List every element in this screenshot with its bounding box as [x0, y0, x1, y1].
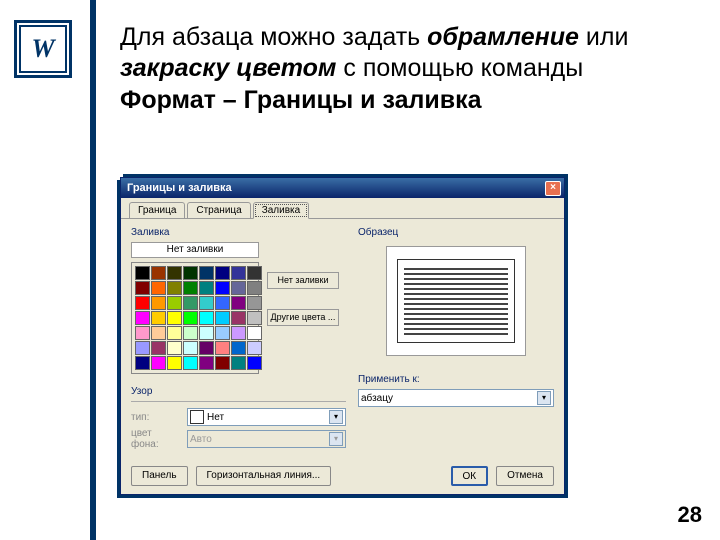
- color-swatch[interactable]: [135, 326, 150, 340]
- preview-page-icon: [397, 259, 515, 343]
- color-swatch[interactable]: [231, 266, 246, 280]
- slide-heading: Для абзаца можно задать обрамление или з…: [120, 22, 680, 116]
- color-swatch[interactable]: [247, 356, 262, 370]
- color-swatch[interactable]: [167, 356, 182, 370]
- color-swatch[interactable]: [215, 296, 230, 310]
- color-swatch[interactable]: [215, 341, 230, 355]
- color-swatch[interactable]: [135, 356, 150, 370]
- bgcolor-combo: Авто ▾: [187, 430, 346, 448]
- color-swatch[interactable]: [215, 311, 230, 325]
- color-swatch[interactable]: [167, 311, 182, 325]
- color-swatch[interactable]: [151, 281, 166, 295]
- color-swatch[interactable]: [247, 266, 262, 280]
- apply-to-label: Применить к:: [358, 374, 554, 385]
- color-palette[interactable]: [131, 262, 259, 374]
- color-swatch[interactable]: [135, 266, 150, 280]
- color-swatch[interactable]: [215, 326, 230, 340]
- tab-page[interactable]: Страница: [187, 202, 250, 218]
- close-icon[interactable]: ×: [545, 181, 561, 196]
- bgcolor-label: цвет фона:: [131, 428, 181, 450]
- more-colors-button[interactable]: Другие цвета ...: [267, 309, 339, 326]
- no-fill-label: Нет заливки: [267, 272, 339, 289]
- color-swatch[interactable]: [135, 281, 150, 295]
- color-swatch[interactable]: [183, 281, 198, 295]
- chevron-down-icon[interactable]: ▾: [329, 410, 343, 424]
- color-swatch[interactable]: [135, 311, 150, 325]
- color-swatch[interactable]: [231, 326, 246, 340]
- color-swatch[interactable]: [183, 326, 198, 340]
- horizontal-line-button[interactable]: Горизонтальная линия...: [196, 466, 332, 486]
- color-swatch[interactable]: [247, 311, 262, 325]
- color-swatch[interactable]: [231, 311, 246, 325]
- color-swatch[interactable]: [231, 341, 246, 355]
- tab-border[interactable]: Граница: [129, 202, 185, 218]
- type-label: тип:: [131, 412, 181, 423]
- fill-group-label: Заливка: [131, 227, 346, 238]
- ok-button[interactable]: ОК: [451, 466, 489, 486]
- color-swatch[interactable]: [199, 311, 214, 325]
- color-swatch[interactable]: [215, 266, 230, 280]
- color-swatch[interactable]: [199, 281, 214, 295]
- color-swatch[interactable]: [151, 326, 166, 340]
- color-swatch[interactable]: [199, 356, 214, 370]
- color-swatch[interactable]: [167, 341, 182, 355]
- color-swatch[interactable]: [183, 356, 198, 370]
- pattern-type-combo[interactable]: Нет ▾: [187, 408, 346, 426]
- color-swatch[interactable]: [151, 266, 166, 280]
- color-swatch[interactable]: [215, 281, 230, 295]
- color-swatch[interactable]: [167, 266, 182, 280]
- color-swatch[interactable]: [199, 341, 214, 355]
- word-logo-icon: W: [14, 20, 72, 78]
- color-swatch[interactable]: [151, 296, 166, 310]
- color-swatch[interactable]: [199, 326, 214, 340]
- color-swatch[interactable]: [199, 296, 214, 310]
- color-swatch[interactable]: [247, 296, 262, 310]
- apply-to-combo[interactable]: абзацу ▾: [358, 389, 554, 407]
- color-swatch[interactable]: [247, 326, 262, 340]
- chevron-down-icon[interactable]: ▾: [537, 391, 551, 405]
- panel-button[interactable]: Панель: [131, 466, 188, 486]
- color-swatch[interactable]: [183, 266, 198, 280]
- color-swatch[interactable]: [231, 281, 246, 295]
- color-swatch[interactable]: [231, 356, 246, 370]
- color-swatch[interactable]: [247, 341, 262, 355]
- sample-label: Образец: [358, 227, 554, 238]
- color-swatch[interactable]: [135, 341, 150, 355]
- tab-fill[interactable]: Заливка: [253, 202, 310, 219]
- borders-shading-dialog: Границы и заливка × Граница Страница Зал…: [120, 177, 565, 495]
- cancel-button[interactable]: Отмена: [496, 466, 554, 486]
- color-swatch[interactable]: [151, 341, 166, 355]
- color-swatch[interactable]: [247, 281, 262, 295]
- color-swatch[interactable]: [183, 341, 198, 355]
- color-swatch[interactable]: [167, 326, 182, 340]
- color-swatch[interactable]: [151, 356, 166, 370]
- color-swatch[interactable]: [151, 311, 166, 325]
- no-fill-button[interactable]: Нет заливки: [131, 242, 259, 258]
- preview-box: [386, 246, 526, 356]
- chevron-down-icon: ▾: [329, 432, 343, 446]
- color-swatch[interactable]: [231, 296, 246, 310]
- color-swatch[interactable]: [167, 296, 182, 310]
- pattern-group-label: Узор: [131, 386, 346, 397]
- page-number: 28: [678, 502, 702, 528]
- divider-line: [90, 0, 96, 540]
- tab-strip: Граница Страница Заливка: [121, 198, 564, 219]
- dialog-titlebar[interactable]: Границы и заливка ×: [121, 178, 564, 198]
- color-swatch[interactable]: [183, 311, 198, 325]
- color-swatch[interactable]: [215, 356, 230, 370]
- dialog-title: Границы и заливка: [127, 182, 232, 194]
- color-swatch[interactable]: [199, 266, 214, 280]
- color-swatch[interactable]: [135, 296, 150, 310]
- color-swatch[interactable]: [167, 281, 182, 295]
- color-swatch[interactable]: [183, 296, 198, 310]
